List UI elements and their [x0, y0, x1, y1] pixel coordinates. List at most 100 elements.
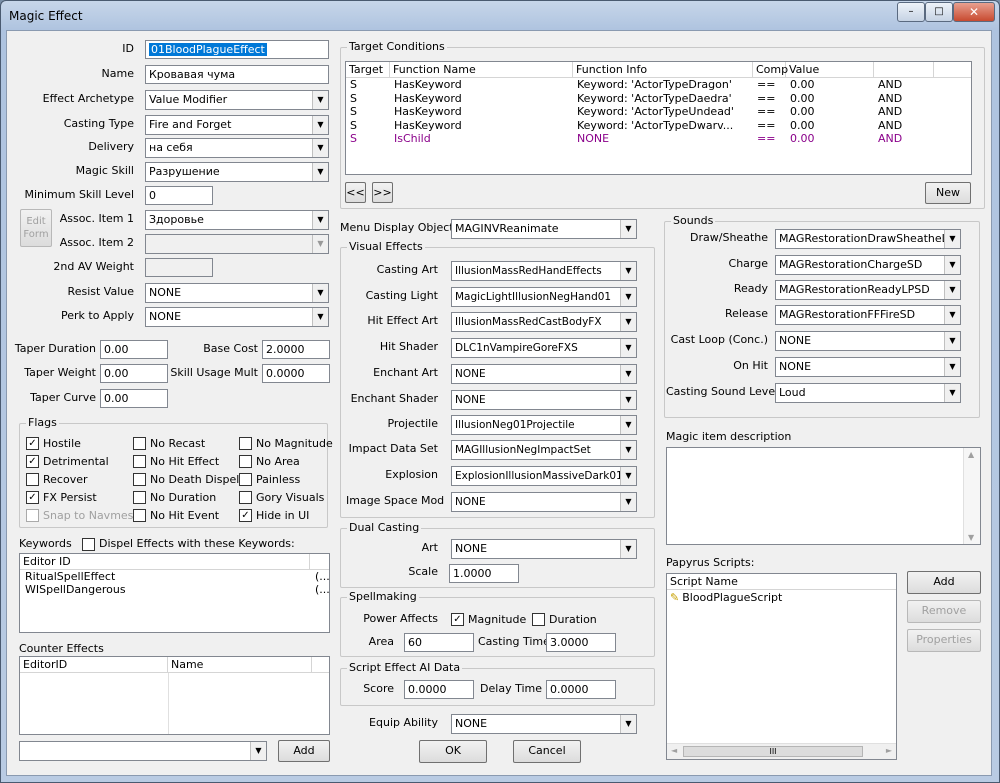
counter-effects-combo[interactable]: ▼ [19, 741, 267, 761]
script-name-column-header[interactable]: Script Name [667, 574, 896, 590]
editor-id-column-header[interactable]: Editor ID [20, 554, 310, 570]
condition-row[interactable]: S HasKeyword Keyword: 'ActorTypeUndead' == 0… [346, 105, 971, 119]
dispel-keywords-checkbox[interactable] [82, 538, 95, 551]
condition-column-header-function-name[interactable]: Function Name [390, 62, 573, 78]
maximize-button[interactable]: □ [925, 2, 953, 22]
cancel-button[interactable]: Cancel [513, 740, 581, 763]
keywords-list[interactable]: Editor ID RitualSpellEffect (... WISpellDa… [19, 553, 330, 633]
vfx-explosion-dropdown[interactable]: ExplosionIllusionMassiveDark01 ▼ [451, 466, 637, 486]
condition-column-header-target[interactable]: Target [346, 62, 390, 78]
area-field[interactable]: 60 [404, 633, 474, 652]
scroll-right-icon[interactable]: ► [886, 746, 892, 755]
sound-ready-dropdown[interactable]: MAGRestorationReadyLPSD ▼ [775, 280, 961, 300]
detrimental-checkbox[interactable]: ✓ [26, 455, 39, 468]
skill-usage-mult-field[interactable]: 0.0000 [262, 364, 330, 383]
no-magnitude-checkbox[interactable] [239, 437, 252, 450]
no-area-checkbox[interactable] [239, 455, 252, 468]
vfx-hit-shader-dropdown[interactable]: DLC1nVampireGoreFXS ▼ [451, 338, 637, 358]
vfx-projectile-dropdown[interactable]: IllusionNeg01Projectile ▼ [451, 415, 637, 435]
prev-condition-button[interactable]: << [345, 182, 366, 203]
next-condition-button[interactable]: >> [372, 182, 393, 203]
papyrus-remove-button[interactable]: Remove [907, 600, 981, 623]
taper-duration-field[interactable]: 0.00 [100, 340, 168, 359]
delivery-dropdown[interactable]: на себя ▼ [145, 138, 329, 158]
papyrus-scripts-list[interactable]: Script Name ✎ BloodPlagueScript ◄ III ► [666, 573, 897, 760]
duration-checkbox[interactable] [532, 613, 545, 626]
condition-column-header-extra[interactable] [934, 62, 971, 78]
condition-row[interactable]: S IsChild NONE == 0.00 AND [346, 132, 971, 146]
no-recast-checkbox[interactable] [133, 437, 146, 450]
hostile-checkbox[interactable]: ✓ [26, 437, 39, 450]
no-duration-checkbox[interactable] [133, 491, 146, 504]
vfx-image-space-mod-dropdown[interactable]: NONE ▼ [451, 492, 637, 512]
fx-persist-checkbox[interactable]: ✓ [26, 491, 39, 504]
sound-draw-sheathe-dropdown[interactable]: MAGRestorationDrawSheatheLPMSD ▼ [775, 229, 961, 249]
casting-sound-level-dropdown[interactable]: Loud ▼ [775, 383, 961, 403]
new-condition-button[interactable]: New [925, 182, 971, 204]
condition-column-header-function-info[interactable]: Function Info [573, 62, 753, 78]
hide-in-ui-checkbox[interactable]: ✓ [239, 509, 252, 522]
vfx-impact-data-set-dropdown[interactable]: MAGIllusionNegImpactSet ▼ [451, 440, 637, 460]
casting-type-dropdown[interactable]: Fire and Forget ▼ [145, 115, 329, 135]
magic-skill-dropdown[interactable]: Разрушение ▼ [145, 162, 329, 182]
condition-column-header-op[interactable] [874, 62, 934, 78]
dual-scale-field[interactable]: 1.0000 [449, 564, 519, 583]
papyrus-properties-button[interactable]: Properties [907, 629, 981, 652]
gory-visuals-checkbox[interactable] [239, 491, 252, 504]
assoc-item-2-dropdown[interactable]: ▼ [145, 234, 329, 254]
counter-add-button[interactable]: Add [278, 740, 330, 762]
condition-row[interactable]: S HasKeyword Keyword: 'ActorTypeDaedra' == 0… [346, 92, 971, 106]
description-scrollbar[interactable]: ▲ ▼ [963, 448, 980, 544]
name-field[interactable]: Кровавая чума [145, 65, 329, 84]
edit-form-button[interactable]: Edit Form [20, 209, 52, 247]
scroll-thumb[interactable]: III [683, 746, 863, 757]
scroll-left-icon[interactable]: ◄ [671, 746, 677, 755]
delay-time-field[interactable]: 0.0000 [546, 680, 616, 699]
assoc-item-1-dropdown[interactable]: Здоровье ▼ [145, 210, 329, 230]
vfx-casting-art-dropdown[interactable]: IllusionMassRedHandEffects ▼ [451, 261, 637, 281]
counter-name-column-header[interactable]: Name [168, 657, 312, 673]
min-skill-field[interactable]: 0 [145, 186, 213, 205]
second-av-weight-field[interactable] [145, 258, 213, 277]
no-death-dispel-checkbox[interactable] [133, 473, 146, 486]
no-hit-event-checkbox[interactable] [133, 509, 146, 522]
taper-weight-field[interactable]: 0.00 [100, 364, 168, 383]
vfx-hit-effect-art-dropdown[interactable]: IllusionMassRedCastBodyFX ▼ [451, 312, 637, 332]
vfx-enchant-art-dropdown[interactable]: NONE ▼ [451, 364, 637, 384]
condition-column-header-comp[interactable]: Comp [753, 62, 788, 78]
papyrus-hscrollbar[interactable]: ◄ III ► [667, 743, 896, 759]
condition-row[interactable]: S HasKeyword Keyword: 'ActorTypeDwarv... ==… [346, 119, 971, 133]
scroll-up-icon[interactable]: ▲ [968, 450, 974, 459]
close-button[interactable]: ✕ [953, 2, 995, 22]
dual-art-dropdown[interactable]: NONE ▼ [451, 539, 637, 559]
condition-row[interactable]: S HasKeyword Keyword: 'ActorTypeDragon' == 0… [346, 78, 971, 92]
score-field[interactable]: 0.0000 [404, 680, 474, 699]
papyrus-script-row[interactable]: ✎ BloodPlagueScript [667, 590, 896, 606]
sound-on-hit-dropdown[interactable]: NONE ▼ [775, 357, 961, 377]
ok-button[interactable]: OK [419, 740, 487, 763]
vfx-enchant-shader-dropdown[interactable]: NONE ▼ [451, 390, 637, 410]
menu-display-object-dropdown[interactable]: MAGINVReanimate ▼ [451, 219, 637, 239]
resist-value-dropdown[interactable]: NONE ▼ [145, 283, 329, 303]
description-textarea[interactable]: ▲ ▼ [666, 447, 981, 545]
counter-effects-list[interactable]: EditorID Name [19, 656, 330, 735]
papyrus-add-button[interactable]: Add [907, 571, 981, 594]
taper-curve-field[interactable]: 0.00 [100, 389, 168, 408]
counter-editorid-column-header[interactable]: EditorID [20, 657, 168, 673]
extra-column-header[interactable] [310, 554, 329, 570]
minimize-button[interactable]: – [897, 2, 925, 22]
sound-cast-loop-conc-dropdown[interactable]: NONE ▼ [775, 331, 961, 351]
base-cost-field[interactable]: 2.0000 [262, 340, 330, 359]
equip-ability-dropdown[interactable]: NONE ▼ [451, 714, 637, 734]
recover-checkbox[interactable] [26, 473, 39, 486]
scroll-down-icon[interactable]: ▼ [968, 533, 974, 542]
id-field[interactable]: 01BloodPlagueEffect [145, 40, 329, 59]
target-conditions-list[interactable]: Target Function Name Function Info Comp Valu… [345, 61, 972, 175]
condition-column-header-value[interactable]: Value [786, 62, 874, 78]
vfx-casting-light-dropdown[interactable]: MagicLightIllusionNegHand01 ▼ [451, 287, 637, 307]
effect-archetype-dropdown[interactable]: Value Modifier ▼ [145, 90, 329, 110]
keyword-row[interactable]: RitualSpellEffect (... [20, 570, 329, 583]
no-hit-effect-checkbox[interactable] [133, 455, 146, 468]
painless-checkbox[interactable] [239, 473, 252, 486]
sound-release-dropdown[interactable]: MAGRestorationFFFireSD ▼ [775, 305, 961, 325]
